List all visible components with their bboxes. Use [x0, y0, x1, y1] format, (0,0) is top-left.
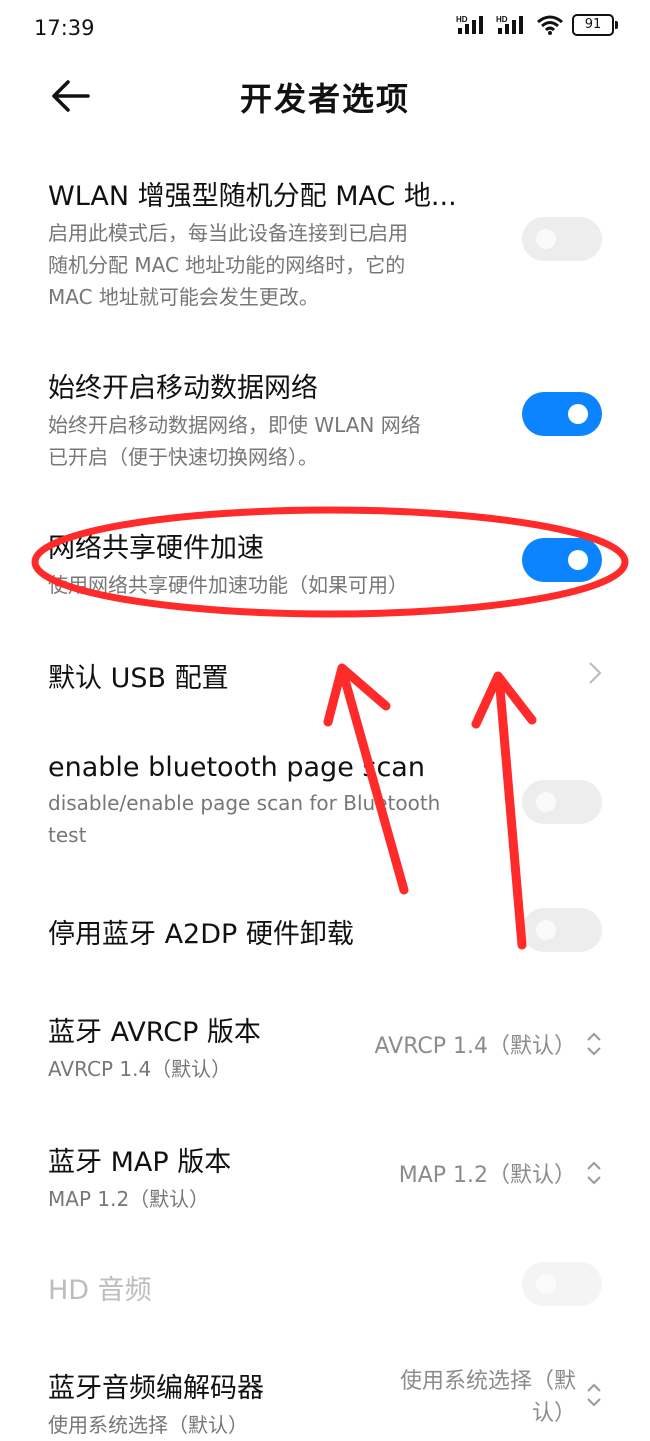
page-title: 开发者选项 — [239, 80, 410, 118]
signal-hd-icon: HD — [456, 15, 483, 34]
chevron-right-icon — [589, 662, 602, 684]
wifi-icon — [537, 15, 563, 35]
toggle-disable-a2dp-offload[interactable] — [522, 908, 602, 952]
header: 开发者选项 — [0, 58, 650, 138]
setting-subtitle: disable/enable page scan for Bluetooth — [48, 791, 441, 815]
setting-subtitle: 随机分配 MAC 地址功能的网络时，它的 — [48, 253, 406, 277]
toggle-knob — [568, 550, 588, 570]
setting-title: enable bluetooth page scan — [48, 752, 425, 783]
avrcp-value-text: AVRCP 1.4（默认） — [374, 1034, 577, 1059]
setting-subtitle: 使用网络共享硬件加速功能（如果可用） — [48, 573, 408, 597]
setting-subtitle: 始终开启移动数据网络，即使 WLAN 网络 — [48, 413, 421, 437]
signal1-label: HD — [456, 15, 468, 24]
codec-value-text: 使用系统选择（默 — [399, 1369, 576, 1394]
signal2-label: HD — [496, 15, 508, 24]
setting-title: 默认 USB 配置 — [48, 663, 229, 694]
up-down-chevron-icon — [587, 1032, 601, 1056]
setting-title: WLAN 增强型随机分配 MAC 地... — [48, 181, 457, 212]
toggle-hd-audio[interactable] — [522, 1262, 602, 1306]
setting-default-usb-config[interactable]: 默认 USB 配置 — [48, 656, 608, 695]
status-icons: HD HD 91 — [456, 14, 618, 36]
battery-icon: 91 — [572, 14, 618, 36]
setting-subtitle: 启用此模式后，每当此设备连接到已启用 — [48, 221, 408, 245]
setting-title: 始终开启移动数据网络 — [48, 373, 318, 404]
setting-subtitle: MAC 地址就可能会发生更改。 — [48, 285, 319, 309]
status-time: 17:39 — [34, 16, 95, 40]
up-down-chevron-icon — [587, 1161, 601, 1185]
setting-subtitle: test — [48, 823, 87, 847]
toggle-mobile-data-always-on[interactable] — [522, 392, 602, 436]
toggle-wlan-random-mac[interactable] — [522, 217, 602, 261]
codec-value[interactable]: 使用系统选择（默 认） — [400, 1366, 602, 1430]
setting-subtitle: 已开启（便于快速切换网络）。 — [48, 445, 318, 469]
signal-hd-icon: HD — [496, 15, 523, 34]
battery-level: 91 — [584, 17, 602, 32]
map-value-text: MAP 1.2（默认） — [398, 1163, 576, 1188]
toggle-knob — [536, 920, 556, 940]
map-value[interactable]: MAP 1.2（默认） — [399, 1157, 602, 1189]
toggle-knob — [536, 1274, 556, 1294]
codec-value-text: 认） — [531, 1401, 576, 1426]
toggle-bt-page-scan[interactable] — [522, 780, 602, 824]
toggle-knob — [536, 792, 556, 812]
toggle-knob — [536, 229, 556, 249]
up-down-chevron-icon — [587, 1383, 601, 1407]
status-bar: 17:39 HD HD 91 — [0, 0, 650, 58]
avrcp-value[interactable]: AVRCP 1.4（默认） — [375, 1028, 603, 1060]
toggle-tethering-hw-accel[interactable] — [522, 538, 602, 582]
toggle-knob — [568, 404, 588, 424]
